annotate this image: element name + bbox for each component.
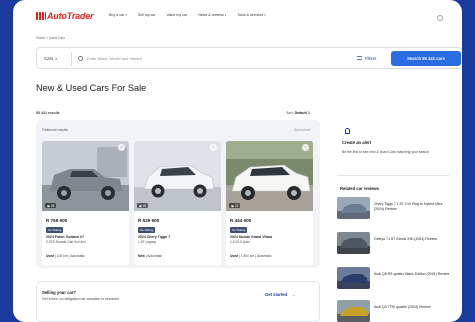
sell-title: Selling your car?: [42, 290, 76, 295]
chevron-down-icon: ▾: [264, 13, 266, 17]
listing-meta: Used | 1 800 km | Automatic: [230, 254, 272, 258]
car-photo: [226, 141, 313, 211]
listing-price: R 539 900: [138, 218, 160, 223]
listing-title[interactable]: 2024 Foton Tunland V7: [46, 235, 128, 239]
user-icon[interactable]: [437, 15, 443, 21]
top-nav: AutoTrader Buy a car▾ Sell my car Value …: [13, 6, 462, 26]
nav-item-value[interactable]: Value my car: [166, 13, 187, 17]
listing-variant: 1.5T Legacy: [138, 240, 157, 244]
listing-meta: New | Automatic: [138, 254, 162, 258]
featured-label: Featured results: [42, 128, 68, 132]
category-select[interactable]: Cars ▾: [44, 56, 57, 61]
heart-icon[interactable]: ♡: [210, 144, 217, 151]
listing-card[interactable]: ▣ 24 ♡ R 539 900 No Rating 2024 Chery Ti…: [134, 141, 221, 265]
chevron-down-icon: ▾: [55, 57, 57, 61]
search-divider: [71, 52, 72, 66]
review-item[interactable]: Audi Q8 RS quattro Black Edition (2024) …: [337, 267, 452, 293]
search-button[interactable]: Search 85 441 cars: [391, 51, 461, 66]
review-title: Geleya T1.5T Gtnow X90 (2024) Review: [374, 237, 437, 241]
logo-icon: [36, 12, 46, 20]
review-title: Audi Q3 TFSI quattro (2024) Review: [374, 305, 431, 309]
photo-count: ▣ 24: [137, 203, 149, 208]
reviews-heading: Related car reviews: [340, 186, 380, 191]
listing-variant: 1.5 GLX Auto: [230, 240, 250, 244]
heart-icon[interactable]: ♡: [118, 144, 125, 151]
search-input[interactable]: [87, 55, 287, 62]
heart-icon[interactable]: ♡: [302, 144, 309, 151]
sort-select[interactable]: Sort: Default ⇅: [286, 111, 311, 115]
bell-icon: [345, 128, 350, 134]
review-item[interactable]: Audi Q3 TFSI quattro (2024) Review: [337, 300, 452, 322]
review-thumbnail: [337, 197, 370, 219]
nav-item-news[interactable]: News & reviews▾: [198, 13, 226, 17]
listing-card[interactable]: ▣ 22 ♡ R 444 900 No Rating 2024 Suzuki G…: [226, 141, 313, 265]
rating-badge: No Rating: [230, 227, 248, 233]
nav-item-sell[interactable]: Sell my car: [138, 13, 156, 17]
rating-badge: No Rating: [138, 227, 156, 233]
photo-count: ▣ 22: [229, 203, 241, 208]
review-thumbnail: [337, 232, 370, 254]
alert-description: Be the first to see new & Used Cars matc…: [342, 150, 430, 154]
get-started-button[interactable]: Get started →: [265, 292, 295, 297]
car-photo: [42, 141, 129, 211]
search-bar: Cars▾ Filters Search 85 441 cars: [36, 47, 462, 69]
listing-price: R 769 900: [46, 218, 68, 223]
featured-results: Featured results Sponsored ▣ 28 ♡ R 769 …: [36, 120, 320, 268]
sell-description: Get a free, no-obligation car valuation …: [42, 297, 120, 301]
filters-icon: [357, 56, 362, 60]
sponsored-label: Sponsored: [294, 128, 311, 132]
review-item[interactable]: Geleya T1.5T Gtnow X90 (2024) Review: [337, 232, 452, 258]
review-thumbnail: [337, 300, 370, 322]
nav-item-buy[interactable]: Buy a car▾: [109, 13, 127, 17]
search-icon: [78, 55, 83, 61]
nav-item-tools[interactable]: Tools & services▾: [237, 13, 265, 17]
car-photo: [134, 141, 221, 211]
breadcrumb[interactable]: Home > Used Cars: [36, 36, 65, 40]
listing-price: R 444 900: [230, 218, 252, 223]
page-frame: AutoTrader Buy a car▾ Sell my car Value …: [13, 0, 462, 322]
listing-title[interactable]: 2024 Chery Tiggo 7: [138, 235, 220, 239]
chevron-down-icon: ▾: [224, 13, 227, 17]
sidebar-divider: [337, 175, 449, 176]
photo-count: ▣ 28: [45, 203, 57, 208]
listing-meta: Used | 100 km | Automatic: [46, 254, 85, 258]
sell-car-banner: Selling your car? Get a free, no-obligat…: [36, 281, 320, 322]
sort-icon: ⇅: [307, 111, 311, 115]
page-title: New & Used Cars For Sale: [36, 83, 147, 93]
listing-card[interactable]: ▣ 28 ♡ R 769 900 No Rating 2024 Foton Tu…: [42, 141, 129, 265]
review-title: Audi Q8 RS quattro Black Edition (2024) …: [374, 272, 450, 276]
results-count: 85 441 results: [36, 111, 60, 115]
chevron-down-icon: ▾: [125, 13, 127, 17]
review-title: Chery Tiggo 7 1.5T Cvh Plug-In Hybrid Ul…: [374, 202, 443, 211]
listing-variant: 2.0TD Double Cab 4x4 4x4: [46, 240, 86, 244]
nav-menu: Buy a car▾ Sell my car Value my car News…: [109, 13, 266, 17]
site-logo[interactable]: AutoTrader: [36, 11, 94, 21]
create-alert-link[interactable]: Create an alert: [342, 140, 371, 145]
review-item[interactable]: Chery Tiggo 7 1.5T Cvh Plug-In Hybrid Ul…: [337, 197, 452, 223]
arrow-right-icon: →: [291, 292, 296, 297]
review-thumbnail: [337, 267, 370, 289]
rating-badge: No Rating: [46, 227, 64, 233]
filters-button[interactable]: Filters: [357, 56, 376, 61]
listing-title[interactable]: 2024 Suzuki Grand Vitara: [230, 235, 312, 239]
